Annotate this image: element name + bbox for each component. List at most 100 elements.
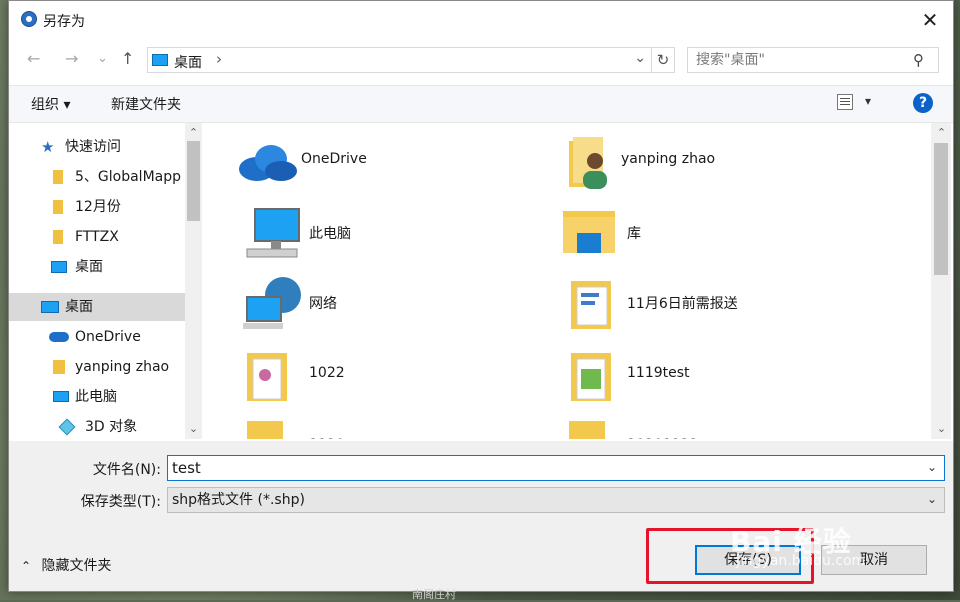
sidebar-item-fttzx[interactable]: FTTZX [9,223,185,251]
chevron-down-icon[interactable]: ⌄ [634,50,646,66]
item-label: 1022 [309,365,345,381]
item-label: 1120test [309,437,372,439]
scroll-up-icon[interactable]: ⌃ [185,125,202,141]
title-bar: 另存为 ✕ [9,1,953,39]
sidebar-item-label: 快速访问 [65,139,121,155]
hide-folders-toggle[interactable]: ⌃ 隐藏文件夹 [21,555,112,575]
sidebar-item-label: 12月份 [75,199,121,215]
list-item[interactable]: 网络 [243,273,543,335]
sidebar-item-onedrive[interactable]: OneDrive [9,323,185,351]
folder-icon [571,353,611,401]
search-input[interactable] [687,47,939,73]
scrollbar-thumb[interactable] [934,143,948,275]
user-folder-icon [569,137,607,189]
window-title: 另存为 [43,14,85,30]
sidebar-item-label: 5、GlobalMapp [75,169,181,185]
file-list: OneDrive yanping zhao 此电脑 库 网络 11月6日前需报送… [205,123,929,439]
command-toolbar: 组织 ▾ 新建文件夹 ▾ ? [9,85,953,123]
filename-input[interactable] [167,455,945,481]
navigation-bar: ← → ⌄ ↑ 桌面 › ⌄ ↻ ⚲ [9,43,953,77]
folder-icon [571,281,611,329]
list-item[interactable]: 11月6日前需报送 [561,273,861,335]
up-arrow-icon[interactable]: ↑ [121,49,134,68]
refresh-icon[interactable]: ↻ [651,48,674,72]
folder-icon [53,230,63,244]
sidebar-item-label: yanping zhao [75,359,170,375]
folder-icon [247,421,283,439]
library-icon [563,211,615,253]
list-item[interactable]: 1120test [243,417,543,439]
folder-icon [53,200,63,214]
item-label: 库 [627,226,641,242]
organize-menu[interactable]: 组织 ▾ [31,94,70,114]
scroll-up-icon[interactable]: ⌃ [933,125,950,141]
save-as-dialog: 另存为 ✕ ← → ⌄ ↑ 桌面 › ⌄ ↻ ⚲ 组织 ▾ 新建文件夹 ▾ ? … [8,0,954,592]
list-item[interactable]: OneDrive [235,131,535,193]
content-scrollbar[interactable]: ⌃ ⌄ [931,123,951,439]
sidebar-item-desktop[interactable]: 桌面 [9,293,185,321]
computer-icon [246,208,300,258]
sidebar-item-quick-access[interactable]: ★ 快速访问 [9,133,185,161]
scroll-down-icon[interactable]: ⌄ [933,421,950,437]
network-icon [243,277,301,329]
folder-icon [53,170,63,184]
filename-label: 文件名(N): [92,462,161,478]
sidebar-item-3d-objects[interactable]: 3D 对象 [9,413,185,439]
cloud-icon [49,332,69,342]
item-label: 20201122 [627,437,698,439]
item-label: OneDrive [301,151,367,167]
item-label: 此电脑 [309,226,351,242]
item-label: 11月6日前需报送 [627,296,738,312]
search-icon[interactable]: ⚲ [913,51,924,69]
sidebar-item-label: 桌面 [65,299,93,315]
sidebar-item-globalmapp[interactable]: 5、GlobalMapp [9,163,185,191]
new-folder-button[interactable]: 新建文件夹 [111,94,181,114]
recent-locations-icon[interactable]: ⌄ [97,51,108,66]
scrollbar-thumb[interactable] [187,141,200,221]
app-icon [21,11,37,27]
help-icon[interactable]: ? [913,93,933,113]
scroll-down-icon[interactable]: ⌄ [185,421,202,437]
view-dropdown-icon[interactable]: ▾ [865,94,871,108]
sidebar-item-label: FTTZX [75,229,119,245]
chevron-down-icon[interactable]: ⌄ [927,492,937,506]
hide-folders-label: 隐藏文件夹 [41,558,112,574]
sidebar-item-desktop-quick[interactable]: 桌面 [9,253,185,281]
address-path[interactable]: 桌面 [174,52,202,72]
sidebar-item-label: 3D 对象 [85,419,138,435]
save-type-select[interactable]: shp格式文件 (*.shp) [167,487,945,513]
desktop-icon [51,261,67,273]
address-bar[interactable]: 桌面 › ⌄ ↻ [147,47,675,73]
list-item[interactable]: yanping zhao [555,131,855,193]
watermark-url: jingyan.baidu.com [736,553,866,569]
back-arrow-icon[interactable]: ← [27,49,40,68]
forward-arrow-icon[interactable]: → [65,49,78,68]
chevron-up-icon: ⌃ [21,559,32,573]
sidebar-item-label: OneDrive [75,329,141,345]
star-icon: ★ [41,138,55,156]
sidebar-item-user[interactable]: yanping zhao [9,353,185,381]
item-label: 网络 [309,296,337,312]
sidebar-item-this-pc[interactable]: 此电脑 [9,383,185,411]
computer-icon [53,391,69,402]
folder-icon [247,353,287,401]
list-item[interactable]: 1119test [561,345,861,407]
list-item[interactable]: 1022 [243,345,543,407]
desktop-icon [152,54,168,66]
sidebar-item-december[interactable]: 12月份 [9,193,185,221]
user-icon [53,360,65,374]
sidebar-scrollbar[interactable]: ⌃ ⌄ [185,123,202,439]
desktop-icon [41,301,59,313]
sidebar-item-label: 此电脑 [75,389,117,405]
cloud-icon [239,145,297,181]
list-item[interactable]: 库 [561,203,861,265]
list-item[interactable]: 20201122 [561,417,861,439]
list-item[interactable]: 此电脑 [243,203,543,265]
navigation-pane: ★ 快速访问 5、GlobalMapp 12月份 FTTZX 桌面 桌面 One… [9,123,205,439]
cube-icon [58,418,76,436]
chevron-down-icon[interactable]: ⌄ [927,460,937,474]
sidebar-item-label: 桌面 [75,259,103,275]
close-icon[interactable]: ✕ [907,1,953,39]
view-options-icon[interactable] [837,94,853,110]
chevron-right-icon[interactable]: › [216,50,222,68]
